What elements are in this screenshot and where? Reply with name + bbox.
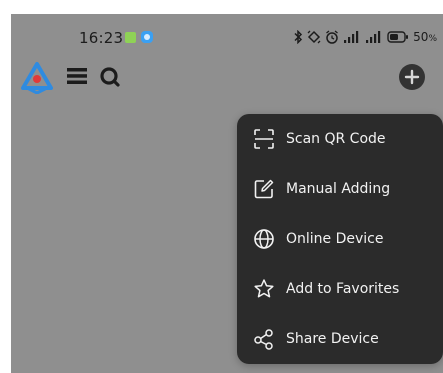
menu-item-label: Scan QR Code bbox=[286, 131, 386, 147]
menu-item-manual-adding[interactable]: Manual Adding bbox=[237, 164, 443, 214]
messenger-notification-icon bbox=[141, 31, 153, 43]
scan-qr-icon bbox=[254, 129, 274, 149]
menu-item-label: Share Device bbox=[286, 331, 379, 347]
menu-item-label: Manual Adding bbox=[286, 181, 391, 197]
search-icon[interactable] bbox=[99, 66, 121, 88]
status-bar: 16:23 50% bbox=[11, 14, 443, 54]
app-logo bbox=[21, 62, 53, 94]
app-toolbar bbox=[11, 58, 443, 98]
add-device-menu: Scan QR Code Manual Adding Online Device… bbox=[237, 114, 443, 364]
menu-icon[interactable] bbox=[67, 68, 87, 84]
status-indicators: 50% bbox=[293, 28, 437, 46]
alarm-icon bbox=[326, 30, 339, 44]
menu-item-label: Add to Favorites bbox=[286, 281, 400, 297]
phone-screen: 16:23 50% Scan QR Code Manual Adding Onl… bbox=[11, 14, 443, 373]
menu-item-add-to-favorites[interactable]: Add to Favorites bbox=[237, 264, 443, 314]
edit-icon bbox=[254, 179, 274, 199]
battery-icon bbox=[387, 31, 409, 43]
signal-icon bbox=[366, 31, 381, 43]
vibrate-icon bbox=[307, 30, 321, 44]
share-icon bbox=[254, 329, 273, 350]
menu-item-online-device[interactable]: Online Device bbox=[237, 214, 443, 264]
signal-icon bbox=[344, 31, 359, 43]
star-icon bbox=[254, 279, 274, 298]
add-button[interactable] bbox=[399, 64, 425, 90]
bluetooth-icon bbox=[294, 30, 303, 44]
battery-percent: 50% bbox=[413, 30, 437, 44]
notification-icon bbox=[125, 32, 136, 43]
globe-icon bbox=[254, 229, 274, 249]
menu-item-label: Online Device bbox=[286, 231, 384, 247]
menu-item-scan-qr-code[interactable]: Scan QR Code bbox=[237, 114, 443, 164]
status-time: 16:23 bbox=[79, 29, 124, 47]
menu-item-share-device[interactable]: Share Device bbox=[237, 314, 443, 364]
plus-icon bbox=[404, 69, 420, 85]
